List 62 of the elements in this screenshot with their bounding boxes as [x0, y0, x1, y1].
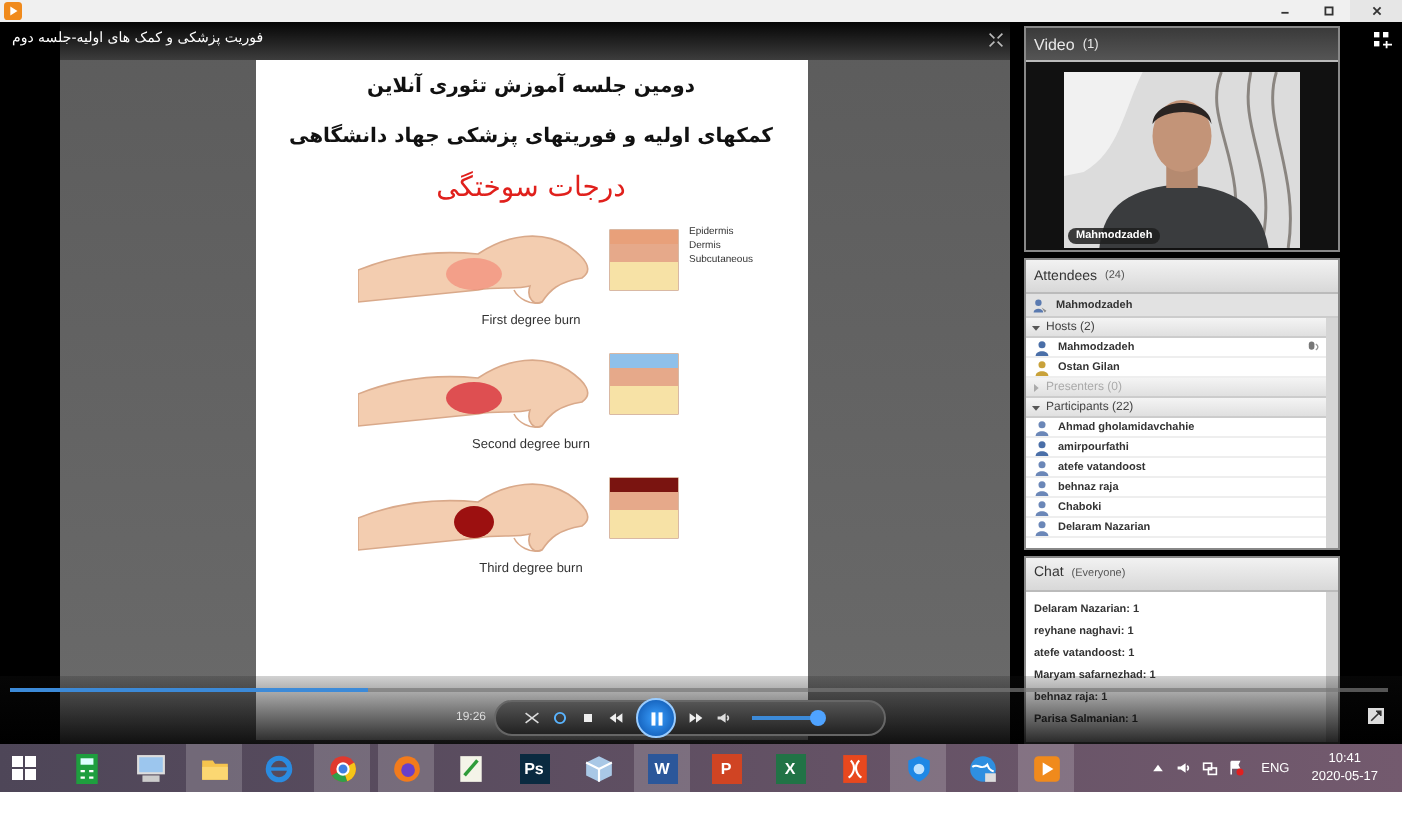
next-icon[interactable]: [688, 710, 705, 726]
calculator-icon: [71, 753, 101, 783]
close-icon: [1367, 2, 1385, 20]
pod-title: Video: [1034, 35, 1075, 53]
app-logo: Ps: [519, 753, 549, 783]
network-icon[interactable]: [1201, 760, 1218, 776]
user-icon: [1034, 359, 1050, 376]
expand-icon[interactable]: [1368, 708, 1384, 724]
slide-heading: دومین جلسه آموزش تئوری آنلاین: [366, 76, 696, 98]
slide-title: درجات سوختگی: [436, 172, 626, 204]
user-icon: [1034, 519, 1050, 536]
user-icon: [1034, 479, 1050, 496]
pause-button[interactable]: [636, 698, 677, 738]
volume-slider[interactable]: [752, 710, 825, 726]
user-icon: [1034, 499, 1050, 516]
user-icon: [1034, 459, 1050, 476]
shield-icon: [903, 753, 933, 783]
microphone-icon: [1306, 340, 1320, 355]
switch-view-icon[interactable]: [1374, 32, 1392, 50]
app-logo: P: [711, 753, 741, 783]
taskbar-button[interactable]: [314, 744, 370, 792]
user-icon: [1034, 419, 1050, 436]
computer-icon: [135, 753, 165, 783]
taskbar-button[interactable]: [186, 744, 242, 792]
collapse-icon: [1032, 403, 1040, 412]
notepad-icon: [455, 753, 485, 783]
media-player-icon: [1031, 753, 1061, 783]
maximize-icon: [1319, 2, 1337, 20]
user-icon: [1034, 339, 1050, 356]
repeat-icon[interactable]: [552, 710, 569, 726]
cube-icon: [583, 753, 613, 783]
slide-subheading: کمکهای اولیه و فوریتهای پزشکی جهاد دانشگاهی: [289, 126, 773, 148]
chrome-icon: [327, 753, 357, 783]
browser-icon: [263, 753, 293, 783]
document-icon: [839, 753, 869, 783]
taskbar-button[interactable]: [1018, 744, 1074, 792]
taskbar-button[interactable]: P: [698, 744, 754, 792]
expand-icon: [1032, 383, 1040, 392]
fullscreen-icon[interactable]: [988, 32, 1004, 48]
user-icon: [1034, 439, 1050, 456]
skin-layers-drawing: [605, 226, 685, 294]
volume-icon[interactable]: [716, 710, 733, 726]
firefox-icon: [391, 753, 421, 783]
collapse-icon: [1032, 323, 1040, 332]
windows-start-icon[interactable]: [12, 756, 36, 780]
app-logo: X: [775, 753, 805, 783]
stop-icon[interactable]: [580, 710, 597, 726]
shuffle-icon[interactable]: [524, 710, 541, 726]
close-button[interactable]: [1350, 0, 1402, 22]
previous-icon[interactable]: [608, 710, 625, 726]
app-logo: W: [647, 753, 677, 783]
taskbar-button[interactable]: W: [634, 744, 690, 792]
flag-warning-icon[interactable]: [1227, 760, 1244, 776]
taskbar-button[interactable]: Ps: [506, 744, 562, 792]
speaker-icon[interactable]: [1175, 760, 1192, 776]
skin-layers-drawing: [605, 474, 685, 542]
skin-layers-drawing: [605, 350, 685, 418]
taskbar-button[interactable]: X: [762, 744, 818, 792]
show-hidden-icon[interactable]: [1149, 760, 1166, 776]
phone-user-icon: [1032, 297, 1048, 314]
globe-icon: [967, 753, 997, 783]
player-icon: [4, 2, 22, 20]
